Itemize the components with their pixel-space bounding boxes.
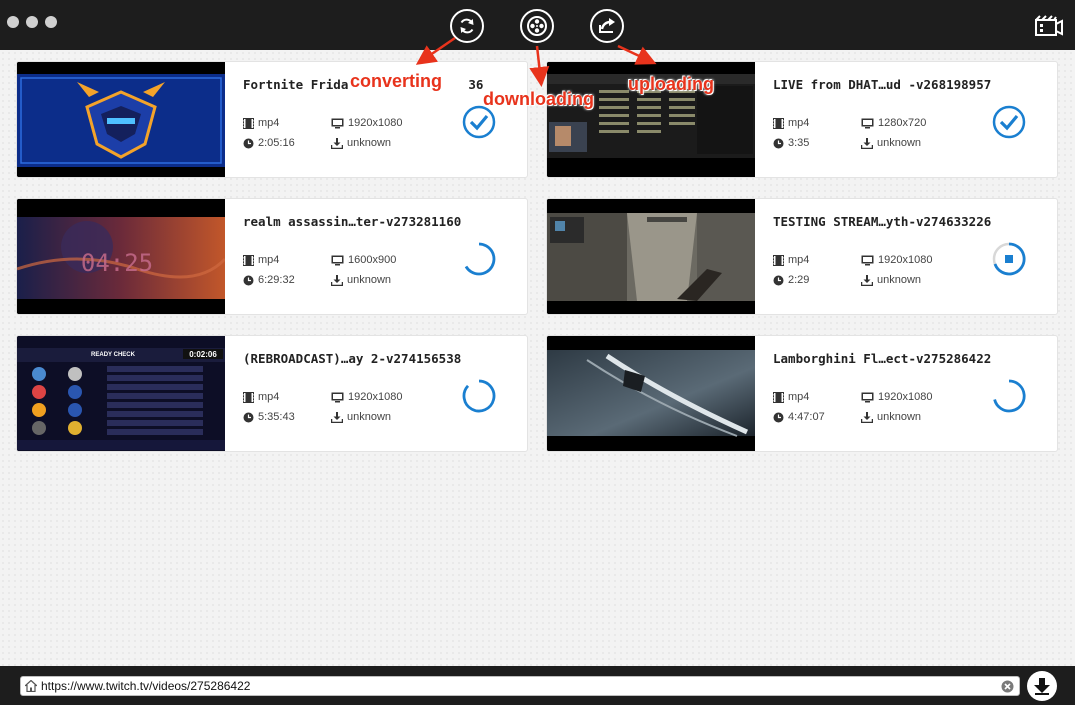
- download-tray-icon: [331, 411, 343, 423]
- clock-icon: [243, 275, 254, 285]
- video-card[interactable]: TESTING STREAM…yth-v274633226 mp4 1920x1…: [546, 198, 1058, 315]
- film-icon: [243, 117, 254, 129]
- svg-text:0:02:06: 0:02:06: [189, 350, 217, 359]
- download-url-button[interactable]: [1027, 671, 1057, 701]
- url-field[interactable]: [20, 676, 1020, 696]
- video-card[interactable]: Fortnite Frida 36 mp4 1920x1080 2:05:16 u…: [16, 61, 528, 178]
- stop-icon: [1005, 255, 1013, 263]
- progress-spinner-icon: [464, 242, 496, 276]
- bottom-url-bar: [0, 666, 1075, 705]
- download-button[interactable]: [520, 9, 554, 43]
- annotation-downloading: downloading: [483, 89, 594, 109]
- video-library-icon: [1035, 15, 1063, 36]
- video-duration: 4:47:07: [773, 411, 825, 423]
- url-input[interactable]: [41, 677, 991, 695]
- video-format: mp4: [773, 117, 809, 129]
- download-tray-icon: [331, 137, 343, 149]
- film-icon: [243, 391, 254, 403]
- window-minimize-button[interactable]: [26, 16, 38, 28]
- video-size: unknown: [861, 411, 921, 423]
- download-tray-icon: [861, 137, 873, 149]
- video-list: Fortnite Frida 36 mp4 1920x1080 2:05:16 u…: [0, 50, 1075, 666]
- svg-text:READY CHECK: READY CHECK: [91, 352, 136, 358]
- film-icon: [773, 254, 784, 266]
- video-title: (REBROADCAST)…ay 2-v274156538: [243, 351, 462, 366]
- video-card[interactable]: Lamborghini Fl…ect-v275286422 mp4 1920x1…: [546, 335, 1058, 452]
- window-close-button[interactable]: [7, 16, 19, 28]
- video-format: mp4: [243, 391, 279, 403]
- film-icon: [773, 391, 784, 403]
- film-icon: [773, 117, 784, 129]
- video-resolution: 1920x1080: [331, 117, 402, 129]
- video-thumbnail: [17, 62, 225, 177]
- video-thumbnail: READY CHECK 0:02:06: [17, 336, 225, 451]
- video-resolution: 1920x1080: [861, 391, 932, 403]
- video-duration: 5:35:43: [243, 411, 295, 423]
- video-card[interactable]: LIVE from DHAT…ud -v268198957 mp4 1280x7…: [546, 61, 1058, 178]
- video-thumbnail: [547, 336, 755, 451]
- monitor-icon: [861, 255, 874, 265]
- refresh-icon: [460, 18, 474, 34]
- video-duration: 2:05:16: [243, 137, 295, 149]
- monitor-icon: [861, 118, 874, 128]
- upload-button[interactable]: [590, 9, 624, 43]
- video-format: mp4: [243, 117, 279, 129]
- progress-spinner-icon: [993, 379, 1026, 413]
- video-card[interactable]: READY CHECK 0:02:06 (REBROADCAST)…ay 2-v…: [16, 335, 528, 452]
- video-format: mp4: [773, 254, 809, 266]
- video-thumbnail: [547, 199, 755, 314]
- video-format: mp4: [773, 391, 809, 403]
- home-icon: [25, 680, 37, 692]
- video-duration: 6:29:32: [243, 274, 295, 286]
- video-thumbnail: 04:25: [17, 199, 225, 314]
- download-tray-icon: [861, 274, 873, 286]
- monitor-icon: [331, 255, 344, 265]
- video-title: LIVE from DHAT…ud -v268198957: [773, 77, 992, 92]
- video-card[interactable]: 04:25 realm assassin…ter-v273281160 mp4 …: [16, 198, 528, 315]
- window-zoom-button[interactable]: [45, 16, 57, 28]
- download-tray-icon: [331, 274, 343, 286]
- monitor-icon: [861, 392, 874, 402]
- download-tray-icon: [861, 411, 873, 423]
- convert-button[interactable]: [450, 9, 484, 43]
- clock-icon: [243, 138, 254, 148]
- video-title: realm assassin…ter-v273281160: [243, 214, 462, 229]
- clear-icon[interactable]: [1001, 680, 1014, 693]
- video-resolution: 1600x900: [331, 254, 396, 266]
- arrow-down-icon: [1034, 678, 1050, 695]
- video-duration: 3:35: [773, 137, 809, 149]
- video-title: Lamborghini Fl…ect-v275286422: [773, 351, 992, 366]
- video-title: TESTING STREAM…yth-v274633226: [773, 214, 992, 229]
- top-toolbar: [0, 0, 1075, 50]
- video-resolution: 1920x1080: [331, 391, 402, 403]
- video-format: mp4: [243, 254, 279, 266]
- film-icon: [243, 254, 254, 266]
- clock-icon: [773, 412, 784, 422]
- annotation-uploading: uploading: [628, 74, 714, 94]
- video-duration: 2:29: [773, 274, 809, 286]
- done-check-icon: [992, 105, 1026, 139]
- share-icon: [599, 18, 615, 33]
- video-size: unknown: [861, 274, 921, 286]
- monitor-icon: [331, 118, 344, 128]
- video-resolution: 1920x1080: [861, 254, 932, 266]
- annotation-converting: converting: [350, 71, 443, 91]
- video-size: unknown: [861, 137, 921, 149]
- video-library-button[interactable]: [1034, 14, 1064, 38]
- monitor-icon: [331, 392, 344, 402]
- video-size: unknown: [331, 137, 391, 149]
- clock-icon: [773, 138, 784, 148]
- clock-icon: [243, 412, 254, 422]
- video-resolution: 1280x720: [861, 117, 926, 129]
- video-size: unknown: [331, 411, 391, 423]
- film-reel-icon: [527, 16, 547, 36]
- video-size: unknown: [331, 274, 391, 286]
- clock-icon: [773, 275, 784, 285]
- svg-text:04:25: 04:25: [81, 249, 153, 277]
- progress-spinner-icon: [462, 379, 496, 413]
- stop-button[interactable]: [991, 241, 1027, 277]
